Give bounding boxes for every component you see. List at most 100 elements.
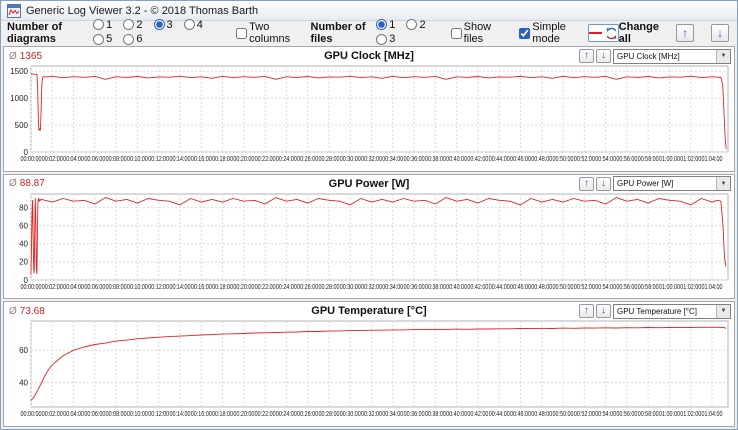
svg-text:00:02:00: 00:02:00 <box>42 284 63 291</box>
svg-text:00:02:00: 00:02:00 <box>42 411 63 418</box>
chart-panel: Ø1365 GPU Clock [MHz] ↑ ↓ GPU Clock [MHz… <box>3 46 735 172</box>
toolbar: Number of diagrams 1 2 3 4 5 6 Two colum… <box>1 21 737 45</box>
diagram-count-option-2[interactable]: 2 <box>118 19 142 31</box>
line-style-refresh-button[interactable] <box>588 24 619 42</box>
chart-move-up-button[interactable]: ↑ <box>579 49 594 63</box>
files-label: Number of files <box>311 21 372 45</box>
svg-text:00:08:00: 00:08:00 <box>106 156 127 163</box>
show-files-option[interactable]: Show files <box>446 21 498 45</box>
file-count-option-1[interactable]: 1 <box>371 19 395 31</box>
svg-text:20: 20 <box>19 257 28 266</box>
svg-text:80: 80 <box>19 203 28 212</box>
arrow-down-icon: ↓ <box>601 306 606 316</box>
svg-text:00:42:00: 00:42:00 <box>467 411 488 418</box>
arrow-down-icon: ↓ <box>601 179 606 189</box>
svg-text:00:50:00: 00:50:00 <box>553 156 574 163</box>
svg-text:00:48:00: 00:48:00 <box>531 156 552 163</box>
svg-text:00:06:00: 00:06:00 <box>84 411 105 418</box>
chart-panel: Ø88.87 GPU Power [W] ↑ ↓ GPU Power [W] ▼… <box>3 174 735 300</box>
simple-mode-option[interactable]: Simple mode <box>514 21 576 45</box>
simple-mode-checkbox[interactable] <box>519 28 530 39</box>
chart-average: Ø73.68 <box>9 306 45 317</box>
svg-text:00:20:00: 00:20:00 <box>233 156 254 163</box>
file-count-radio-1[interactable] <box>376 19 387 30</box>
diagram-count-option-1[interactable]: 1 <box>88 19 112 31</box>
two-columns-option[interactable]: Two columns <box>231 21 293 45</box>
svg-text:00:34:00: 00:34:00 <box>382 284 403 291</box>
charts-area: Ø1365 GPU Clock [MHz] ↑ ↓ GPU Clock [MHz… <box>1 45 737 429</box>
svg-text:00:10:00: 00:10:00 <box>127 156 148 163</box>
change-all-down-button[interactable]: ↓ <box>711 24 729 42</box>
svg-text:01:04:00: 01:04:00 <box>702 411 723 418</box>
show-files-checkbox[interactable] <box>451 28 462 39</box>
chart-move-up-button[interactable]: ↑ <box>579 304 594 318</box>
metric-select-value: GPU Clock [MHz] <box>617 52 680 61</box>
svg-text:00:06:00: 00:06:00 <box>84 284 105 291</box>
file-count-group: 1 2 3 <box>371 19 437 48</box>
metric-select[interactable]: GPU Power [W] ▼ <box>613 176 731 191</box>
chart-move-up-button[interactable]: ↑ <box>579 177 594 191</box>
diagram-count-option-5[interactable]: 5 <box>88 33 112 45</box>
arrow-up-icon: ↑ <box>584 51 589 61</box>
chart-average: Ø1365 <box>9 51 42 62</box>
arrow-up-icon: ↑ <box>682 27 688 39</box>
svg-text:00:18:00: 00:18:00 <box>212 284 233 291</box>
svg-text:00:46:00: 00:46:00 <box>510 156 531 163</box>
chart-header: Ø1365 GPU Clock [MHz] ↑ ↓ GPU Clock [MHz… <box>4 47 734 64</box>
diagram-count-option-3[interactable]: 3 <box>149 19 173 31</box>
chart-plot[interactable]: 00:00:0000:02:0000:04:0000:06:0000:08:00… <box>4 319 734 423</box>
metric-select[interactable]: GPU Temperature [°C] ▼ <box>613 304 731 319</box>
svg-text:01:00:00: 01:00:00 <box>659 156 680 163</box>
svg-text:40: 40 <box>19 379 28 388</box>
metric-select[interactable]: GPU Clock [MHz] ▼ <box>613 49 731 64</box>
chart-move-down-button[interactable]: ↓ <box>596 304 611 318</box>
svg-text:00:12:00: 00:12:00 <box>148 411 169 418</box>
chart-plot[interactable]: 00:00:0000:02:0000:04:0000:06:0000:08:00… <box>4 64 734 168</box>
diagram-count-option-6[interactable]: 6 <box>118 33 142 45</box>
svg-text:00:54:00: 00:54:00 <box>595 411 616 418</box>
chart-move-down-button[interactable]: ↓ <box>596 177 611 191</box>
diagram-count-option-4[interactable]: 4 <box>179 19 203 31</box>
chart-move-down-button[interactable]: ↓ <box>596 49 611 63</box>
svg-text:00:00:00: 00:00:00 <box>21 411 42 418</box>
svg-text:00:16:00: 00:16:00 <box>191 411 212 418</box>
svg-text:00:36:00: 00:36:00 <box>404 411 425 418</box>
svg-text:00:28:00: 00:28:00 <box>318 156 339 163</box>
two-columns-checkbox[interactable] <box>236 28 247 39</box>
svg-text:00:46:00: 00:46:00 <box>510 284 531 291</box>
change-all-up-button[interactable]: ↑ <box>676 24 694 42</box>
svg-text:00:12:00: 00:12:00 <box>148 156 169 163</box>
svg-text:00:38:00: 00:38:00 <box>425 156 446 163</box>
svg-text:1500: 1500 <box>10 67 28 76</box>
svg-text:40: 40 <box>19 239 28 248</box>
file-count-radio-2[interactable] <box>406 19 417 30</box>
diagram-count-radio-2[interactable] <box>123 19 134 30</box>
svg-text:01:02:00: 01:02:00 <box>680 156 701 163</box>
svg-text:00:08:00: 00:08:00 <box>106 284 127 291</box>
svg-text:00:52:00: 00:52:00 <box>574 411 595 418</box>
svg-text:01:00:00: 01:00:00 <box>659 284 680 291</box>
svg-text:00:04:00: 00:04:00 <box>63 411 84 418</box>
svg-text:00:56:00: 00:56:00 <box>616 156 637 163</box>
svg-text:0: 0 <box>24 275 29 284</box>
chart-plot[interactable]: 00:00:0000:02:0000:04:0000:06:0000:08:00… <box>4 192 734 296</box>
svg-text:00:16:00: 00:16:00 <box>191 156 212 163</box>
metric-select-value: GPU Power [W] <box>617 179 673 188</box>
svg-text:1000: 1000 <box>10 94 28 103</box>
svg-text:00:04:00: 00:04:00 <box>63 284 84 291</box>
svg-text:00:36:00: 00:36:00 <box>404 284 425 291</box>
svg-text:00:44:00: 00:44:00 <box>489 156 510 163</box>
svg-text:00:24:00: 00:24:00 <box>276 284 297 291</box>
diagram-count-radio-1[interactable] <box>93 19 104 30</box>
diagram-count-radio-4[interactable] <box>184 19 195 30</box>
file-count-option-3[interactable]: 3 <box>371 33 395 45</box>
file-count-radio-3[interactable] <box>376 34 387 45</box>
svg-text:00:18:00: 00:18:00 <box>212 156 233 163</box>
diagram-count-radio-6[interactable] <box>123 34 134 45</box>
diagram-count-radio-5[interactable] <box>93 34 104 45</box>
arrow-up-icon: ↑ <box>584 179 589 189</box>
file-count-option-2[interactable]: 2 <box>401 19 425 31</box>
chevron-down-icon: ▼ <box>716 305 730 318</box>
diagram-count-radio-3[interactable] <box>154 19 165 30</box>
svg-text:00:24:00: 00:24:00 <box>276 411 297 418</box>
